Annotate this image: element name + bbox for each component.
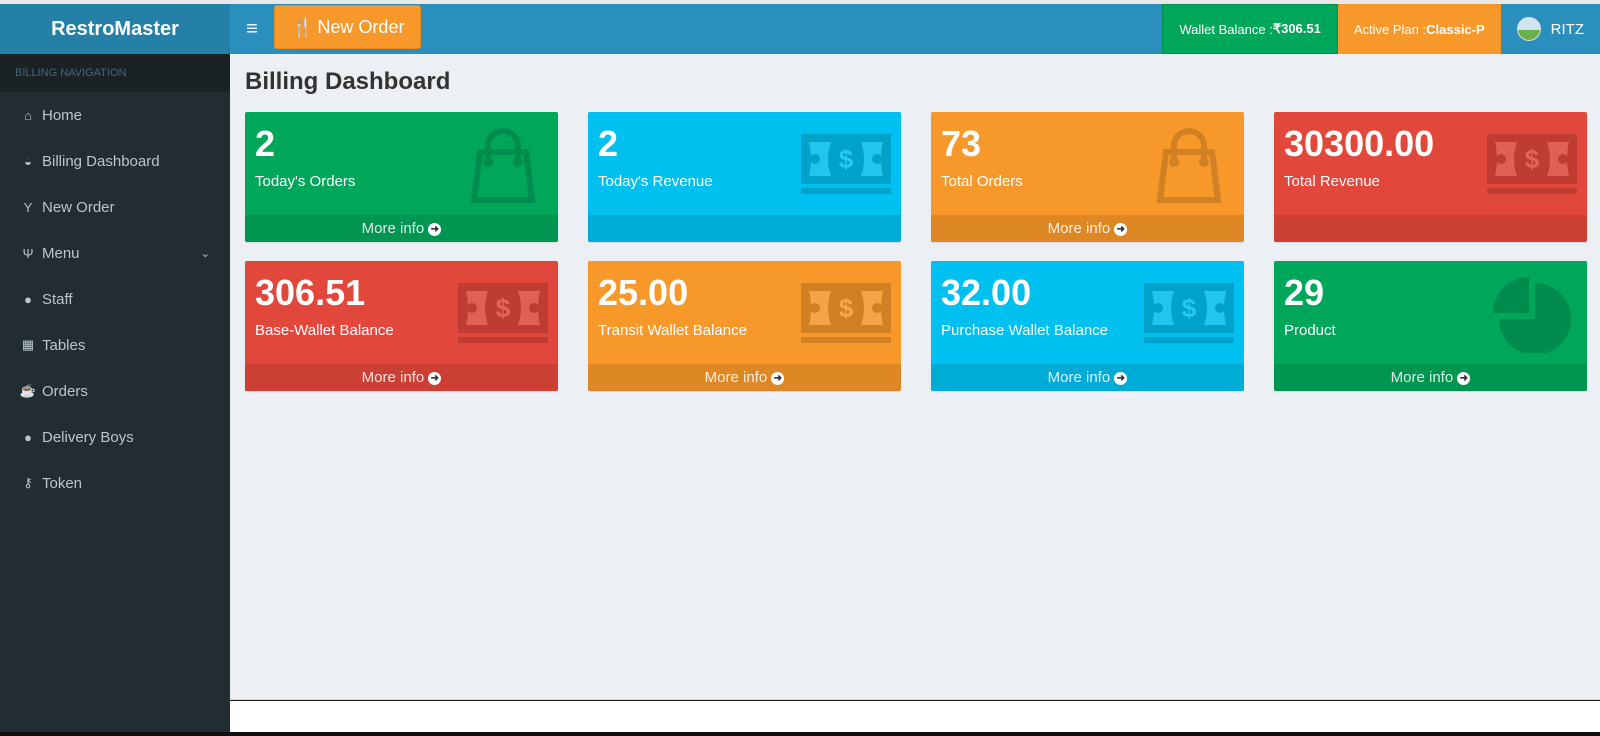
- user-icon: ●: [24, 291, 32, 307]
- cutlery-icon: Ψ: [22, 245, 34, 261]
- sidebar-item-tables[interactable]: ▦ Tables: [0, 322, 230, 368]
- svg-text:$: $: [1525, 144, 1540, 174]
- svg-text:$: $: [1182, 293, 1197, 323]
- glass-icon: Y: [23, 199, 33, 215]
- arrow-circle-right-icon: ➜: [771, 371, 785, 385]
- svg-text:$: $: [496, 293, 511, 323]
- more-info-link[interactable]: [1274, 215, 1587, 242]
- stat-box-total-revenue: 30300.00 Total Revenue $: [1274, 112, 1587, 242]
- stat-box-today-s-orders: 2 Today's Orders More info ➜: [245, 112, 558, 242]
- new-order-label: New Order: [317, 16, 405, 37]
- more-info-link[interactable]: More info ➜: [1274, 364, 1587, 391]
- sidebar-item-delivery-boys[interactable]: ● Delivery Boys: [0, 414, 230, 460]
- wallet-value: ₹306.51: [1272, 21, 1321, 36]
- stat-box-base-wallet-balance: 306.51 Base-Wallet Balance $ More info ➜: [245, 261, 558, 391]
- user-menu[interactable]: RITZ: [1501, 4, 1600, 54]
- more-info-link[interactable]: More info ➜: [931, 215, 1244, 242]
- more-info-link[interactable]: More info ➜: [588, 364, 901, 391]
- stat-grid: 2 Today's Orders More info ➜ 2 Today's Reven…: [245, 112, 1587, 391]
- arrow-circle-right-icon: ➜: [1114, 371, 1128, 385]
- money-icon: $: [801, 124, 891, 204]
- sidebar-item-billing-dashboard[interactable]: ◒ Billing Dashboard: [0, 138, 230, 184]
- more-info-link[interactable]: More info ➜: [245, 364, 558, 391]
- shopping-bag-icon: [458, 124, 548, 204]
- stat-box-today-s-revenue: 2 Today's Revenue $: [588, 112, 901, 242]
- more-info-link[interactable]: More info ➜: [245, 215, 558, 242]
- sidebar-item-staff[interactable]: ● Staff: [0, 276, 230, 322]
- money-icon: $: [1144, 273, 1234, 353]
- new-order-button[interactable]: 🍴 New Order: [274, 5, 422, 49]
- arrow-circle-right-icon: ➜: [428, 371, 442, 385]
- stat-box-transit-wallet-balance: 25.00 Transit Wallet Balance $ More info ➜: [588, 261, 901, 391]
- brand-logo[interactable]: RestroMaster: [0, 4, 230, 54]
- arrow-circle-right-icon: ➜: [1114, 222, 1128, 236]
- coffee-icon: ☕: [19, 383, 37, 398]
- money-icon: $: [801, 273, 891, 353]
- username: RITZ: [1550, 20, 1584, 38]
- plan-label: Active Plan :: [1353, 21, 1427, 37]
- chevron-down-icon: ⌄: [200, 247, 210, 260]
- money-icon: $: [1487, 124, 1577, 204]
- cutlery-icon: 🍴: [291, 16, 314, 37]
- page-footer: [230, 701, 1600, 732]
- sidebar-toggle[interactable]: ≡: [230, 4, 274, 54]
- user-icon: ●: [24, 429, 32, 445]
- plan-value: Classic-P: [1426, 21, 1485, 37]
- dashboard-icon: ◒: [24, 153, 32, 169]
- table-icon: ▦: [21, 337, 35, 352]
- arrow-circle-right-icon: ➜: [1457, 371, 1471, 385]
- stat-box-product: 29 Product More info ➜: [1274, 261, 1587, 391]
- taskbar-strip: [0, 732, 1600, 736]
- svg-text:$: $: [839, 293, 854, 323]
- shopping-bag-icon: [1144, 124, 1234, 204]
- sidebar-item-token[interactable]: ⚷ Token: [0, 460, 230, 506]
- active-plan-badge[interactable]: Active Plan : Classic-P: [1337, 4, 1501, 54]
- sidebar-item-orders[interactable]: ☕ Orders: [0, 368, 230, 414]
- stat-box-total-orders: 73 Total Orders More info ➜: [931, 112, 1244, 242]
- top-header: RestroMaster ≡ 🍴 New Order Wallet Balanc…: [0, 4, 1600, 54]
- sidebar-item-menu[interactable]: Ψ Menu ⌄: [0, 230, 230, 276]
- stat-box-purchase-wallet-balance: 32.00 Purchase Wallet Balance $ More info ➜: [931, 261, 1244, 391]
- wallet-label: Wallet Balance :: [1179, 21, 1273, 37]
- page-title: Billing Dashboard: [245, 68, 451, 95]
- more-info-link[interactable]: [588, 215, 901, 242]
- pie-chart-icon: [1487, 273, 1577, 355]
- arrow-circle-right-icon: ➜: [428, 222, 442, 236]
- sidebar-item-new-order[interactable]: Y New Order: [0, 184, 230, 230]
- home-icon: ⌂: [24, 107, 32, 123]
- sidebar: BILLING NAVIGATION ⌂ Home ◒ Billing Dashbo…: [0, 54, 230, 732]
- main-content: Billing Dashboard 2 Today's Orders More in…: [230, 54, 1600, 700]
- sidebar-item-home[interactable]: ⌂ Home: [0, 92, 230, 138]
- wallet-balance-badge[interactable]: Wallet Balance : ₹306.51: [1162, 4, 1338, 54]
- avatar: [1516, 17, 1541, 41]
- hamburger-icon: ≡: [246, 17, 258, 40]
- more-info-link[interactable]: More info ➜: [931, 364, 1244, 391]
- key-icon: ⚷: [23, 475, 33, 490]
- money-icon: $: [458, 273, 548, 353]
- sidebar-heading: BILLING NAVIGATION: [0, 54, 230, 92]
- svg-text:$: $: [839, 144, 854, 174]
